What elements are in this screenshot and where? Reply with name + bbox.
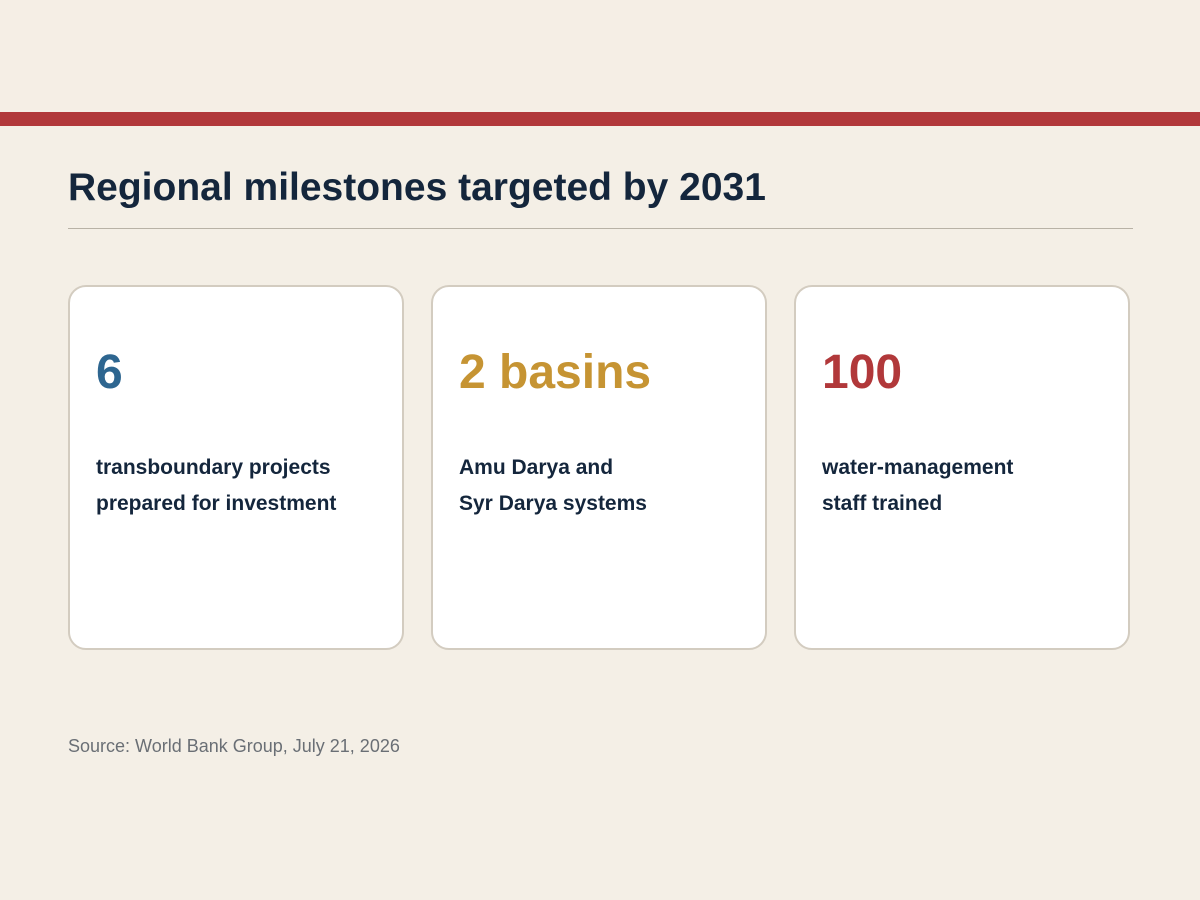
- milestone-card-projects: 6 transboundary projects prepared for in…: [68, 285, 404, 650]
- milestone-card-staff: 100 water-management staff trained: [794, 285, 1130, 650]
- milestone-description: water-management staff trained: [822, 450, 1122, 522]
- milestone-description-line: prepared for investment: [96, 492, 337, 515]
- milestone-value: 2 basins: [459, 346, 652, 399]
- header-band: [0, 0, 1200, 112]
- milestone-description-line: transboundary projects: [96, 456, 331, 479]
- milestone-description: transboundary projects prepared for inve…: [96, 450, 396, 522]
- title-divider: [68, 228, 1133, 229]
- milestone-description-line: Syr Darya systems: [459, 492, 647, 515]
- milestone-value: 6: [96, 346, 123, 399]
- accent-bar: [0, 112, 1200, 126]
- milestone-description-line: staff trained: [822, 492, 943, 515]
- milestone-description-line: water-management: [822, 456, 1014, 479]
- milestone-card-basins: 2 basins Amu Darya and Syr Darya systems: [431, 285, 767, 650]
- milestone-description-line: Amu Darya and: [459, 456, 614, 479]
- milestone-description: Amu Darya and Syr Darya systems: [459, 450, 759, 522]
- milestone-value: 100: [822, 346, 903, 399]
- source-note: Source: World Bank Group, July 21, 2026: [68, 736, 400, 756]
- page-title: Regional milestones targeted by 2031: [68, 166, 766, 209]
